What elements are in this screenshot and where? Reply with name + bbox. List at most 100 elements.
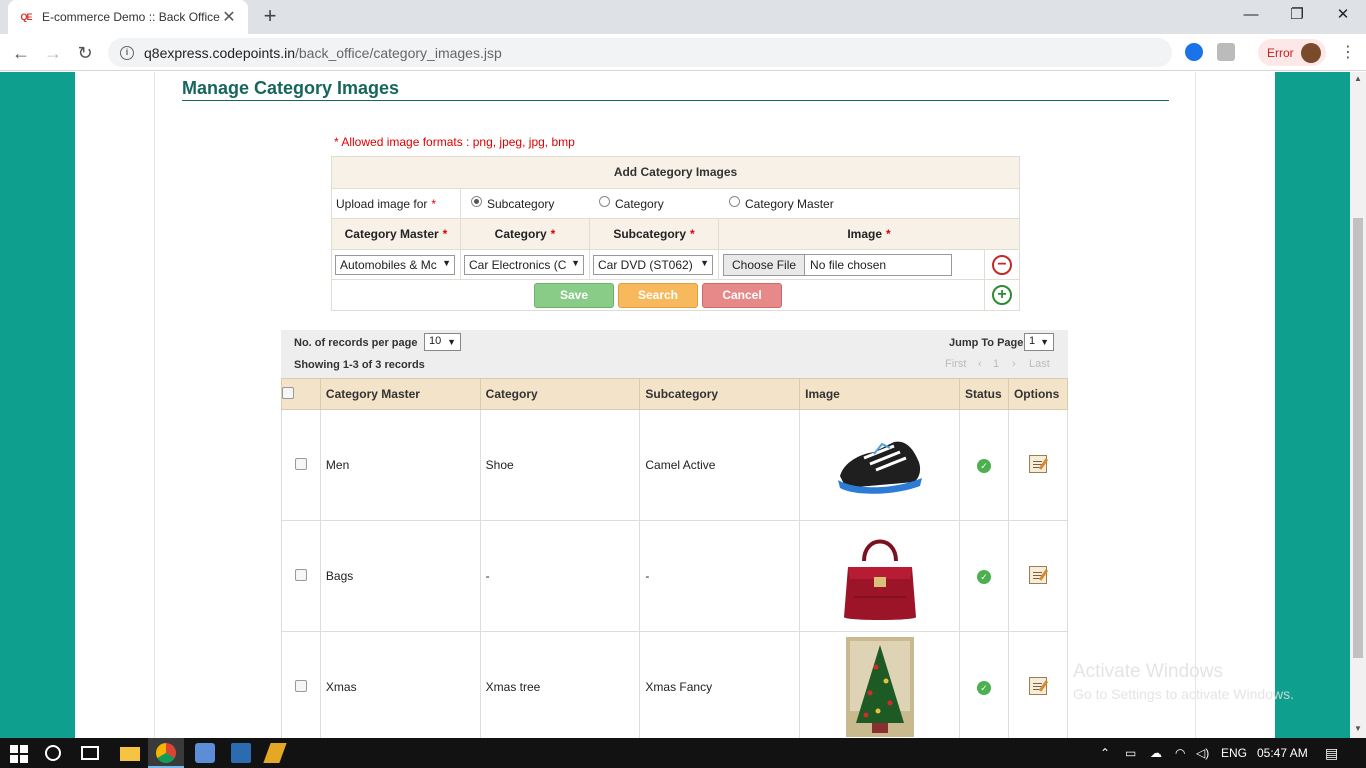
url-text: q8express.codepoints.in/back_office/cate… bbox=[144, 45, 502, 61]
showing-records-text: Showing 1-3 of 3 records bbox=[294, 359, 425, 371]
back-arrow-icon[interactable]: ← bbox=[8, 40, 34, 66]
browser-menu-icon[interactable]: ⋮ bbox=[1338, 42, 1358, 62]
th-category-master[interactable]: Category Master bbox=[319, 378, 481, 410]
url-host: q8express.codepoints.in bbox=[144, 44, 295, 61]
christmas-tree-image[interactable] bbox=[845, 637, 914, 737]
upload-for-row: Upload image for * Subcategory Category C… bbox=[332, 188, 1019, 218]
radio-button[interactable] bbox=[729, 196, 740, 207]
th-subcategory[interactable]: Subcategory bbox=[639, 378, 801, 410]
tab-title: E-commerce Demo :: Back Office bbox=[42, 10, 220, 24]
cell-image bbox=[799, 631, 960, 738]
image-file-input[interactable]: Choose File No file chosen bbox=[723, 253, 952, 276]
required-mark: * bbox=[442, 227, 448, 241]
radio-category[interactable]: Category bbox=[599, 196, 729, 211]
battery-icon[interactable]: ▭ bbox=[1125, 738, 1136, 768]
select-all-cell bbox=[281, 378, 321, 410]
row-checkbox[interactable] bbox=[294, 457, 307, 470]
check-circle-icon[interactable]: ✓ bbox=[976, 458, 991, 473]
th-status: Status bbox=[959, 378, 1009, 410]
browser-tab[interactable]: QE E-commerce Demo :: Back Office ✕ bbox=[8, 0, 248, 34]
radio-subcategory[interactable]: Subcategory bbox=[471, 196, 599, 211]
language-indicator[interactable]: ENG bbox=[1221, 738, 1247, 768]
task-view-icon[interactable] bbox=[81, 746, 99, 760]
onedrive-icon[interactable]: ☁ bbox=[1150, 738, 1162, 768]
cell-status: ✓ bbox=[959, 409, 1009, 521]
new-tab-button[interactable]: + bbox=[258, 4, 282, 28]
col-header-category-master: Category Master * bbox=[332, 219, 461, 249]
window-restore-button[interactable]: ❐ bbox=[1274, 0, 1320, 30]
site-info-icon[interactable]: i bbox=[120, 45, 134, 60]
cell-image bbox=[799, 520, 960, 632]
choose-file-button[interactable]: Choose File bbox=[724, 254, 806, 275]
select-all-checkbox[interactable] bbox=[282, 386, 294, 399]
add-row-icon[interactable]: + bbox=[992, 285, 1012, 305]
wifi-icon[interactable]: ◠ bbox=[1175, 738, 1185, 768]
clock[interactable]: 05:47 AM bbox=[1257, 738, 1308, 768]
chrome-icon[interactable] bbox=[156, 743, 176, 763]
cortana-search-icon[interactable] bbox=[45, 745, 61, 761]
action-center-icon[interactable]: ▤ bbox=[1325, 738, 1338, 768]
subcategory-select[interactable]: Car DVD (ST062) ▼ bbox=[593, 254, 713, 275]
search-button[interactable]: Search bbox=[618, 282, 698, 308]
remove-row-icon[interactable]: − bbox=[992, 254, 1012, 275]
records-per-page-select[interactable]: 10 ▼ bbox=[424, 333, 461, 351]
cell-category-master: Men bbox=[319, 409, 481, 521]
tab-close-icon[interactable]: ✕ bbox=[220, 7, 238, 27]
content-divider bbox=[154, 72, 155, 738]
check-circle-icon[interactable]: ✓ bbox=[976, 680, 991, 695]
profile-error-chip[interactable]: Error bbox=[1258, 39, 1326, 66]
scroll-thumb[interactable] bbox=[1353, 218, 1363, 658]
remove-row-cell: − bbox=[985, 250, 1019, 279]
window-minimize-button[interactable]: — bbox=[1228, 0, 1274, 30]
extension-icon[interactable] bbox=[1185, 43, 1203, 61]
select-value: Automobiles & Mc bbox=[340, 257, 437, 272]
chevron-down-icon: ▼ bbox=[440, 257, 451, 268]
pager-next[interactable]: › bbox=[1012, 358, 1016, 370]
save-button[interactable]: Save bbox=[534, 282, 614, 308]
windows-start-icon[interactable] bbox=[10, 743, 30, 763]
row-checkbox[interactable] bbox=[294, 679, 307, 692]
edit-icon[interactable] bbox=[1028, 565, 1047, 584]
form-buttons: Save Search Cancel bbox=[332, 280, 985, 310]
extension-cube-icon[interactable] bbox=[1217, 43, 1235, 61]
virtualbox-icon[interactable] bbox=[195, 743, 215, 763]
pager-last[interactable]: Last bbox=[1029, 358, 1050, 370]
cell-status: ✓ bbox=[959, 631, 1009, 738]
cell-category: Shoe bbox=[479, 409, 641, 521]
col-header-image: Image * bbox=[719, 219, 1019, 249]
reload-icon[interactable]: ↻ bbox=[72, 40, 98, 66]
th-category[interactable]: Category bbox=[479, 378, 641, 410]
handbag-image[interactable] bbox=[840, 527, 920, 625]
category-master-select[interactable]: Automobiles & Mc ▼ bbox=[335, 254, 455, 275]
window-close-button[interactable]: ✕ bbox=[1320, 0, 1366, 30]
page-viewport: Manage Category Images * Allowed image f… bbox=[0, 72, 1350, 738]
shoe-image[interactable] bbox=[834, 432, 926, 498]
radio-category-master[interactable]: Category Master bbox=[729, 196, 834, 211]
show-hidden-icons-icon[interactable]: ⌃ bbox=[1100, 738, 1110, 768]
file-explorer-icon[interactable] bbox=[120, 747, 140, 761]
jump-to-page-select[interactable]: 1 ▼ bbox=[1024, 333, 1054, 351]
radio-label: Category Master bbox=[745, 196, 834, 211]
edit-icon[interactable] bbox=[1028, 454, 1047, 473]
radio-button[interactable] bbox=[599, 196, 610, 207]
page-scrollbar[interactable]: ▲ ▼ bbox=[1350, 72, 1366, 738]
pager-prev[interactable]: ‹ bbox=[978, 358, 982, 370]
category-select[interactable]: Car Electronics (C ▼ bbox=[464, 254, 584, 275]
forward-arrow-icon[interactable]: → bbox=[40, 40, 66, 66]
volume-icon[interactable]: ◁) bbox=[1196, 738, 1209, 768]
pager-current[interactable]: 1 bbox=[993, 358, 999, 370]
chevron-down-icon: ▼ bbox=[1040, 337, 1049, 347]
pager-first[interactable]: First bbox=[945, 358, 966, 370]
check-circle-icon[interactable]: ✓ bbox=[976, 569, 991, 584]
radio-button[interactable] bbox=[471, 196, 482, 207]
row-checkbox[interactable] bbox=[294, 568, 307, 581]
edit-icon[interactable] bbox=[1028, 676, 1047, 695]
database-app-icon[interactable] bbox=[231, 743, 251, 763]
scroll-up-icon[interactable]: ▲ bbox=[1350, 72, 1366, 86]
editor-app-icon[interactable] bbox=[263, 743, 287, 763]
cell-options bbox=[1007, 631, 1069, 738]
address-bar[interactable]: i q8express.codepoints.in/back_office/ca… bbox=[108, 38, 1172, 67]
scroll-down-icon[interactable]: ▼ bbox=[1350, 722, 1366, 736]
column-label: Category Master bbox=[344, 227, 439, 241]
cancel-button[interactable]: Cancel bbox=[702, 282, 782, 308]
